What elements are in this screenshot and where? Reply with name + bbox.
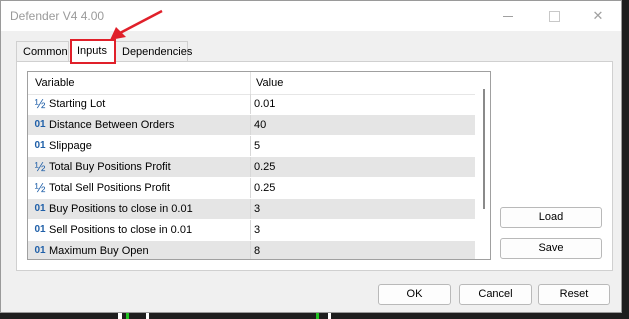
variable-name: Sell Positions to close in 0.01 (49, 224, 193, 236)
cell-divider (250, 157, 251, 177)
variable-name: Total Buy Positions Profit (49, 161, 171, 173)
background-chart-bar (146, 312, 149, 319)
variable-name: Maximum Buy Open (49, 245, 149, 257)
title-bar[interactable]: Defender V4 4.00 ✕ (1, 1, 621, 31)
cell-divider (250, 115, 251, 135)
window-title: Defender V4 4.00 (10, 9, 105, 23)
table-row[interactable]: 01 Buy Positions to close in 0.01 3 (28, 199, 475, 220)
minimize-icon (503, 15, 513, 17)
variable-value[interactable]: 0.25 (254, 157, 275, 177)
table-row[interactable]: 01 Sell Positions to close in 0.01 3 (28, 220, 475, 241)
scrollbar-thumb[interactable] (483, 89, 485, 209)
variable-value[interactable]: 0.01 (254, 94, 275, 114)
table-header: Variable Value (28, 72, 475, 95)
double-type-icon: ½ (34, 180, 46, 195)
integer-type-icon: 01 (34, 245, 46, 256)
load-button[interactable]: Load (500, 207, 602, 228)
variable-value[interactable]: 3 (254, 199, 260, 219)
cell-divider (250, 178, 251, 198)
dialog-window: Defender V4 4.00 ✕ Common Dependencies I… (0, 0, 622, 313)
variable-value[interactable]: 40 (254, 115, 266, 135)
column-divider[interactable] (250, 72, 251, 94)
close-button[interactable]: ✕ (575, 1, 621, 31)
cell-divider (250, 220, 251, 240)
table-row[interactable]: ½ Starting Lot 0.01 (28, 94, 475, 115)
maximize-icon (548, 10, 560, 22)
column-header-variable[interactable]: Variable (35, 72, 75, 94)
cell-divider (250, 136, 251, 156)
double-type-icon: ½ (34, 159, 46, 174)
variable-name: Starting Lot (49, 98, 106, 110)
variable-value[interactable]: 3 (254, 220, 260, 240)
inputs-table: Variable Value ½ Starting Lot 0.01 01 Di… (27, 71, 491, 260)
integer-type-icon: 01 (34, 140, 46, 151)
cell-divider (250, 241, 251, 259)
variable-value[interactable]: 8 (254, 241, 260, 259)
maximize-button[interactable] (531, 1, 577, 31)
integer-type-icon: 01 (34, 224, 46, 235)
table-row[interactable]: ½ Total Buy Positions Profit 0.25 (28, 157, 475, 178)
double-type-icon: ½ (34, 96, 46, 111)
cancel-button[interactable]: Cancel (459, 284, 532, 305)
variable-name: Distance Between Orders (49, 119, 175, 131)
integer-type-icon: 01 (34, 119, 46, 130)
table-row[interactable]: 01 Maximum Buy Open 8 (28, 241, 475, 259)
table-row[interactable]: ½ Total Sell Positions Profit 0.25 (28, 178, 475, 199)
vertical-scrollbar[interactable] (475, 72, 490, 259)
cell-divider (250, 94, 251, 114)
cell-divider (250, 199, 251, 219)
ok-button[interactable]: OK (378, 284, 451, 305)
variable-name: Slippage (49, 140, 92, 152)
close-icon: ✕ (592, 8, 604, 23)
save-button[interactable]: Save (500, 238, 602, 259)
column-header-value[interactable]: Value (256, 72, 283, 94)
variable-name: Buy Positions to close in 0.01 (49, 203, 193, 215)
minimize-button[interactable] (485, 1, 531, 31)
variable-value[interactable]: 0.25 (254, 178, 275, 198)
table-row[interactable]: 01 Distance Between Orders 40 (28, 115, 475, 136)
variable-name: Total Sell Positions Profit (49, 182, 171, 194)
background-chart-bar (328, 312, 331, 319)
variable-value[interactable]: 5 (254, 136, 260, 156)
integer-type-icon: 01 (34, 203, 46, 214)
table-row[interactable]: 01 Slippage 5 (28, 136, 475, 157)
table-rows: ½ Starting Lot 0.01 01 Distance Between … (28, 94, 475, 259)
tab-common[interactable]: Common (16, 41, 69, 61)
annotation-arrow-icon (110, 9, 163, 40)
reset-button[interactable]: Reset (538, 284, 610, 305)
